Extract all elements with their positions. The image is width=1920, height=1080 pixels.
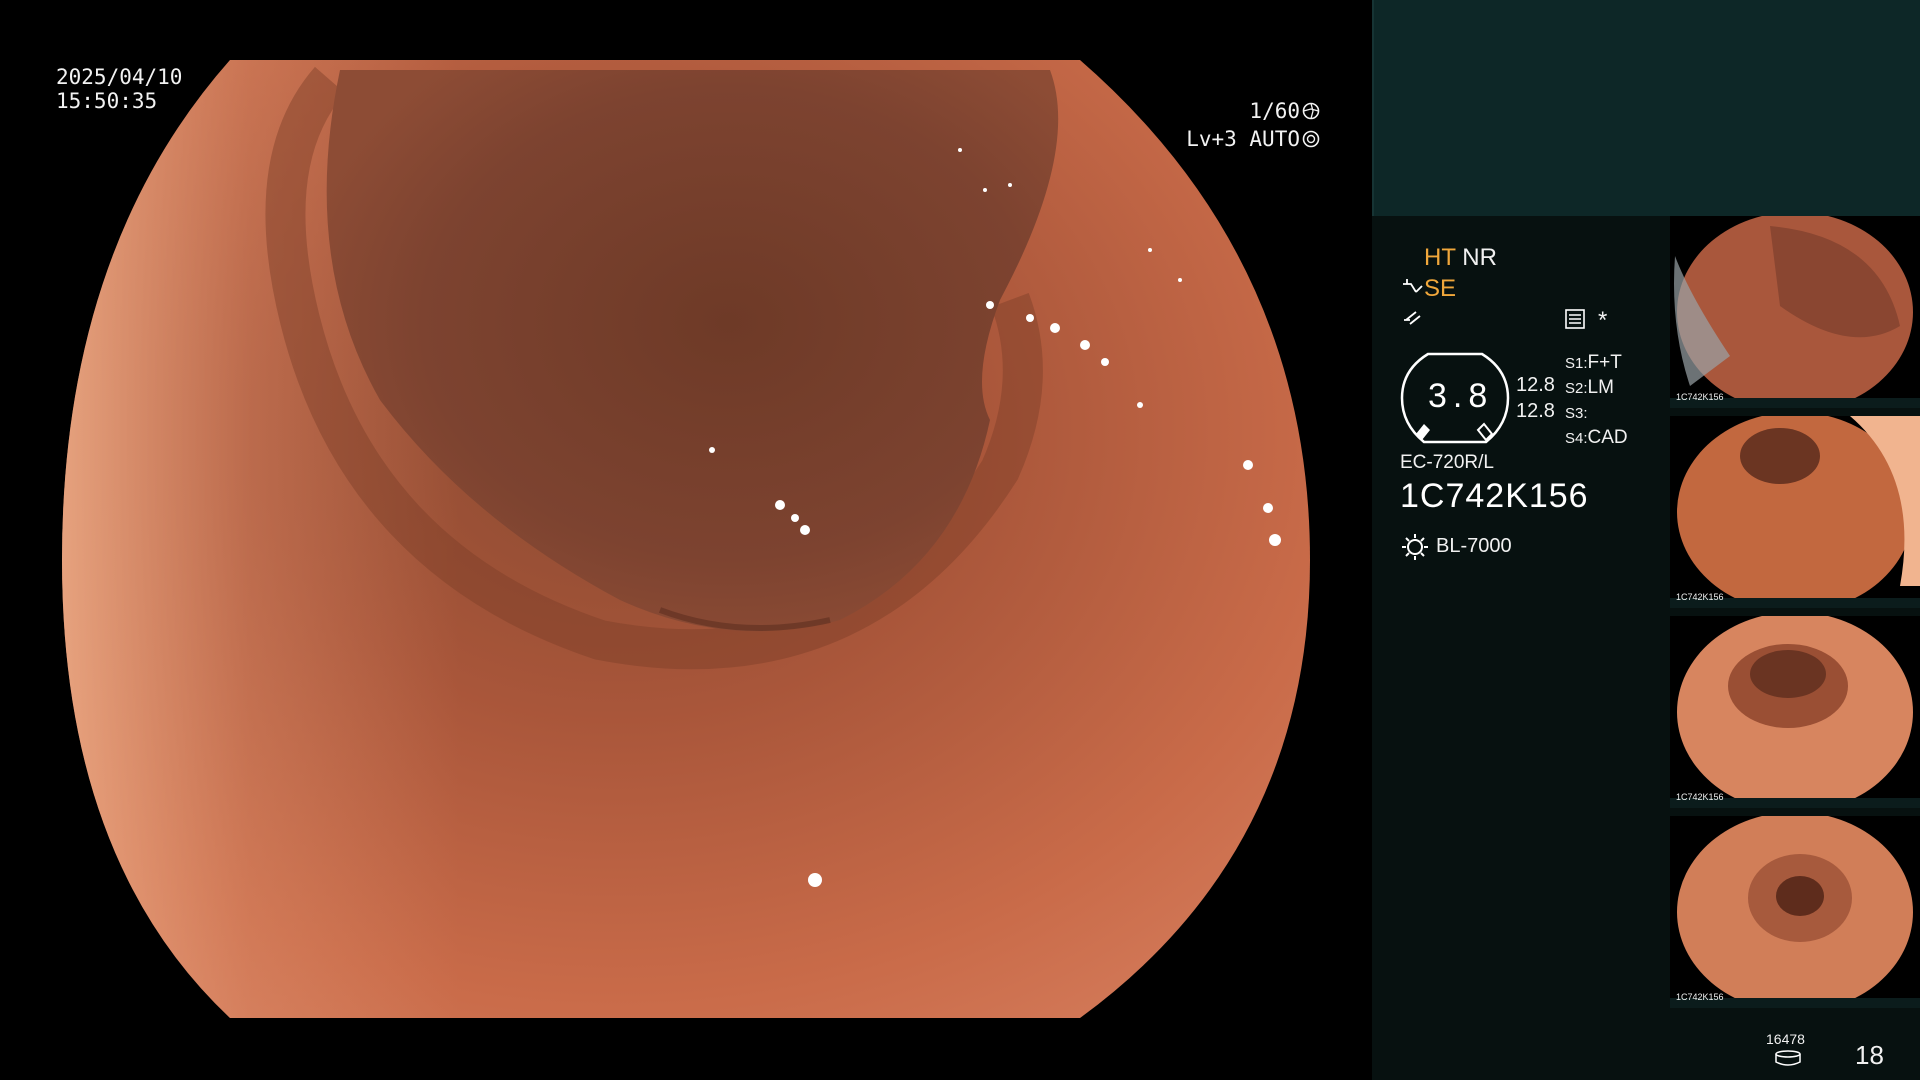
thumbnail-label: 1C742K156 [1676,392,1724,402]
level-value: Lv+3 AUTO [1186,127,1300,151]
se-mode-label: SE [1424,275,1457,302]
s1-row: S1:F+T [1565,352,1622,375]
scope-model: EC-720R/L [1400,452,1494,473]
value-a: 12.8 [1516,374,1555,396]
shutter-value: 1/60 [1249,99,1300,123]
auto-iris-icon [1302,130,1320,148]
settings-grid-icon [1565,309,1585,329]
s3-label: S3: [1565,405,1588,422]
thumbnail-image [1677,616,1913,808]
s1-value: F+T [1587,352,1622,373]
endoscope-main-view: 2025/04/10 15:50:35 1/60 Lv+3 AUTO [0,0,1372,1080]
light-bulb-icon [1402,534,1428,560]
panel-header-area [1372,0,1920,216]
asterisk-indicator: * [1598,307,1608,334]
value-b: 12.8 [1516,400,1555,422]
thumbnail-label: 1C742K156 [1676,992,1724,1002]
time-display: 15:50:35 [56,89,158,113]
mode-se-row: SE [1402,275,1456,303]
s4-value: CAD [1587,427,1628,448]
thumbnail-label: 1C742K156 [1676,592,1724,602]
s1-label: S1: [1565,355,1588,372]
endoscopic-image [62,60,1310,1018]
thumbnail-1[interactable]: 1C742K156 [1670,216,1920,408]
thumbnail-2[interactable]: 1C742K156 [1670,416,1920,608]
mode-ht-nr-row: HT NR [1424,244,1497,272]
date-display: 2025/04/10 [56,65,183,89]
ht-mode-label: HT [1424,244,1456,271]
nr-mode-label: NR [1462,244,1497,271]
thumbnail-image [1677,416,1920,608]
thumbnail-image [1677,816,1913,1008]
shutter-readout: 1/60 [1249,98,1320,125]
s2-label: S2: [1565,380,1588,397]
storage-count: 16478 [1766,1031,1805,1047]
thumbnail-label: 1C742K156 [1676,792,1724,802]
level-readout: Lv+3 AUTO [1186,126,1320,153]
s3-row: S3: [1565,402,1588,425]
lightning-icon [1404,311,1421,325]
s4-label: S4: [1565,430,1588,447]
s4-row: S4:CAD [1565,427,1628,450]
light-source: BL-7000 [1436,535,1512,557]
aperture-icon [1302,102,1320,120]
thumbnail-3[interactable]: 1C742K156 [1670,616,1920,808]
thumbnail-4[interactable]: 1C742K156 [1670,816,1920,1008]
s2-row: S2:LM [1565,377,1614,400]
gauge-value: 3.8 [1428,377,1494,415]
image-count: 18 [1855,1040,1884,1070]
storage-drum-icon [1775,1050,1801,1066]
s2-value: LM [1587,377,1614,398]
scope-serial: 1C742K156 [1400,477,1589,515]
thumbnail-image [1674,216,1913,408]
scope-tool-icon [1403,279,1423,293]
